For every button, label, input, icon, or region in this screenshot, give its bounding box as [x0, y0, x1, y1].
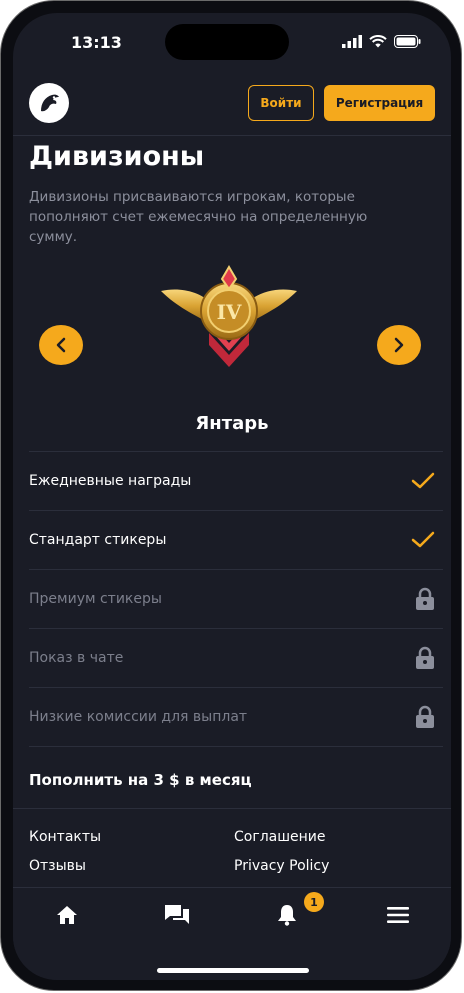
reviews-link[interactable]: Отзывы	[29, 858, 86, 874]
signal-icon	[342, 35, 362, 48]
contacts-link[interactable]: Контакты	[29, 829, 101, 845]
feature-label: Стандарт стикеры	[29, 532, 167, 548]
previous-division-button[interactable]	[39, 325, 83, 365]
status-icons	[342, 35, 421, 48]
feature-label: Премиум стикеры	[29, 591, 162, 607]
nav-chat[interactable]	[163, 902, 191, 928]
topup-requirement: Пополнить на 3 $ в месяц	[29, 771, 252, 789]
feature-row: Стандарт стикеры	[29, 511, 443, 570]
status-time: 13:13	[71, 33, 122, 52]
battery-icon	[394, 35, 421, 48]
chevron-left-icon	[56, 337, 66, 353]
register-button[interactable]: Регистрация	[324, 85, 435, 121]
feature-row: Ежедневные награды	[29, 452, 443, 511]
phone-frame: 13:13 Войти Регистрация Дивизионы Дивизи…	[0, 0, 462, 991]
logo-icon	[41, 94, 59, 112]
feature-row: Премиум стикеры	[29, 570, 443, 629]
feature-list: Ежедневные награды Стандарт стикеры Прем…	[29, 451, 443, 747]
feature-label: Низкие комиссии для выплат	[29, 709, 248, 725]
chat-icon	[165, 905, 189, 924]
menu-icon	[387, 907, 409, 923]
next-division-button[interactable]	[377, 325, 421, 365]
footer-links: Контакты Соглашение Отзывы Privacy Polic…	[13, 808, 451, 889]
privacy-policy-link[interactable]: Privacy Policy	[234, 858, 329, 874]
wifi-icon	[369, 35, 387, 48]
dynamic-island	[165, 24, 289, 60]
division-name: Янтарь	[195, 413, 269, 434]
chevron-right-icon	[394, 337, 404, 353]
bell-icon	[278, 905, 296, 926]
feature-label: Ежедневные награды	[29, 473, 192, 489]
check-icon	[411, 531, 435, 548]
logo[interactable]	[29, 83, 69, 123]
feature-row: Показ в чате	[29, 629, 443, 688]
nav-notifications[interactable]	[273, 902, 301, 928]
login-button[interactable]: Войти	[248, 85, 314, 121]
page-title: Дивизионы	[29, 141, 205, 172]
notification-count-badge: 1	[304, 892, 324, 912]
feature-label: Показ в чате	[29, 650, 124, 666]
app-screen: 13:13 Войти Регистрация Дивизионы Дивизи…	[13, 13, 451, 980]
division-badge-icon: IV	[161, 265, 297, 367]
lock-icon	[416, 705, 434, 728]
nav-menu[interactable]	[384, 902, 412, 928]
lock-icon	[416, 646, 434, 669]
feature-row: Низкие комиссии для выплат	[29, 688, 443, 747]
division-badge: IV	[159, 263, 299, 373]
home-icon	[57, 906, 77, 924]
nav-home[interactable]	[53, 902, 81, 928]
page-description: Дивизионы присваиваются игрокам, которые…	[29, 189, 368, 245]
badge-numeral: IV	[217, 300, 242, 324]
lock-icon	[416, 587, 434, 610]
check-icon	[411, 472, 435, 489]
app-header: Войти Регистрация	[13, 71, 451, 136]
agreement-link[interactable]: Соглашение	[234, 829, 326, 845]
bottom-nav: 1	[13, 887, 451, 980]
home-indicator[interactable]	[157, 968, 309, 973]
